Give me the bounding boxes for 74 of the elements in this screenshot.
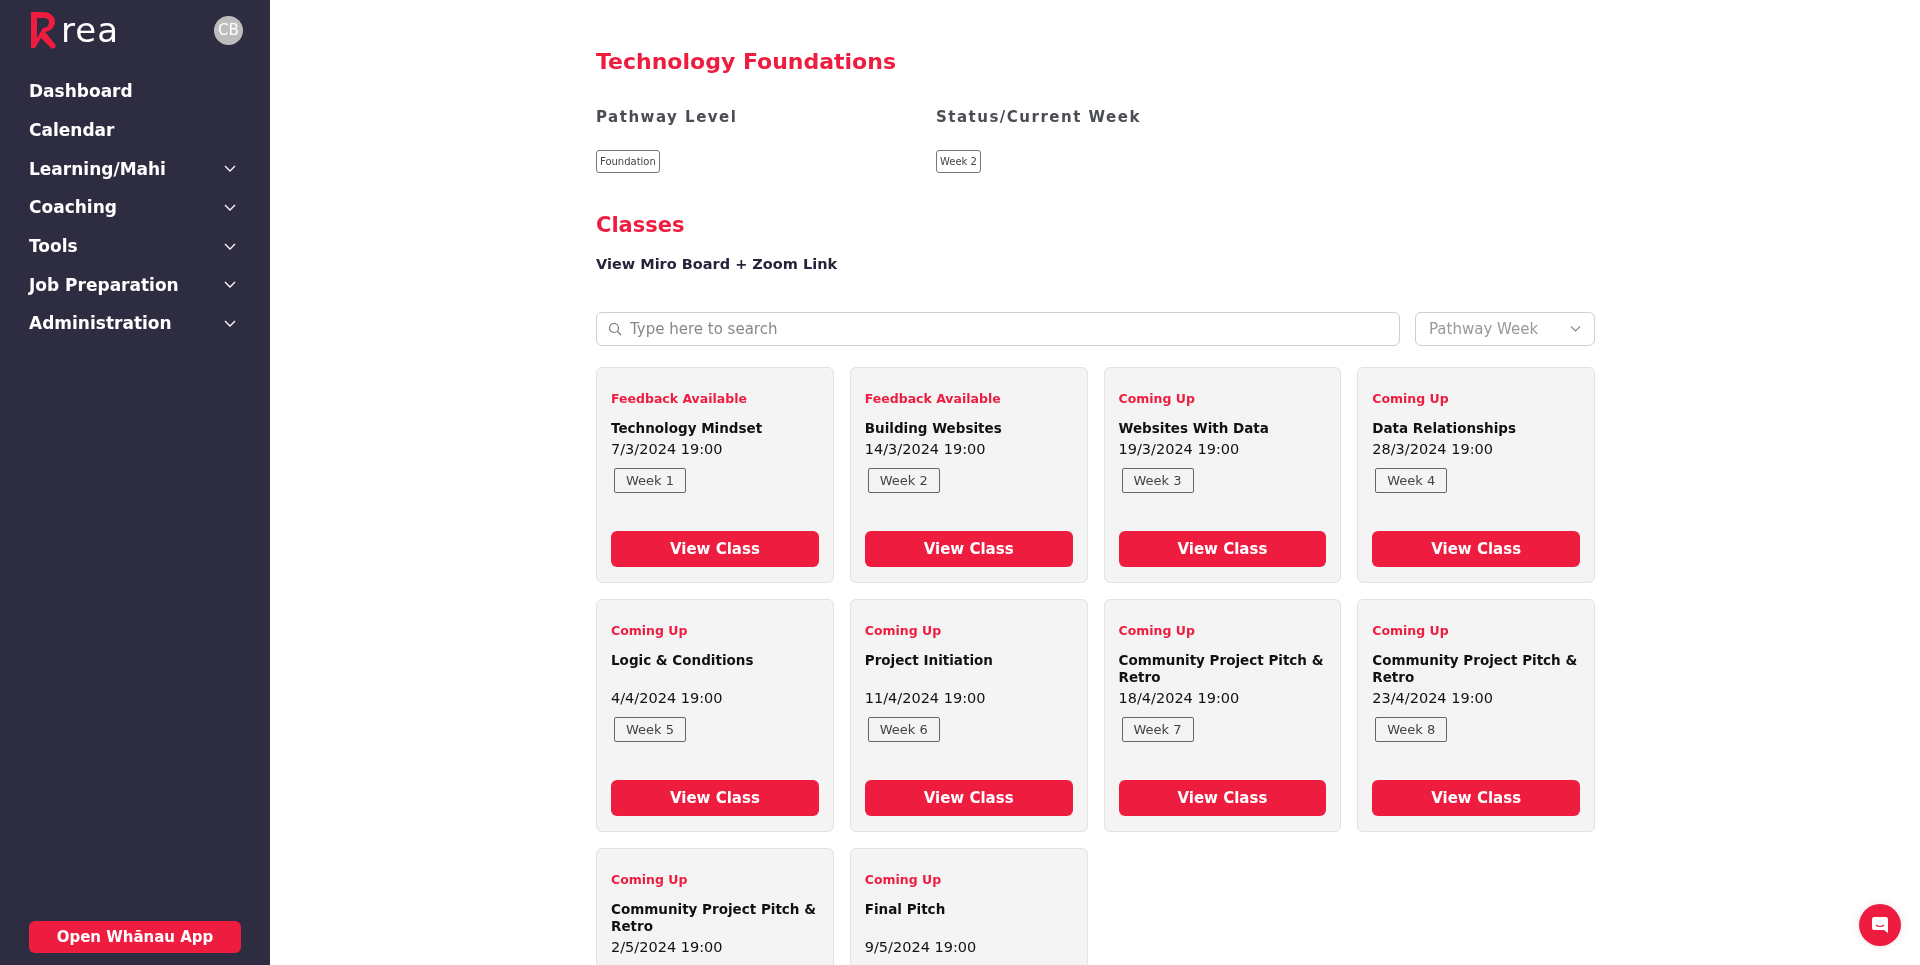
page-title: Technology Foundations bbox=[596, 48, 897, 76]
class-status: Coming Up bbox=[1372, 623, 1450, 638]
logo-icon bbox=[29, 10, 59, 50]
chevron-down-icon bbox=[224, 319, 236, 327]
class-status: Feedback Available bbox=[611, 391, 748, 406]
view-class-button[interactable]: View Class bbox=[1372, 531, 1580, 567]
class-date: 18/4/2024 19:00 bbox=[1118, 690, 1241, 706]
class-title: Community Project Pitch & Retro bbox=[611, 901, 817, 935]
board-link[interactable]: View Miro Board + Zoom Link bbox=[596, 256, 1595, 272]
class-date: 23/4/2024 19:00 bbox=[1372, 690, 1494, 706]
search-field[interactable]: Type here to search bbox=[596, 312, 1400, 346]
week-tag: Week 4 bbox=[1375, 468, 1448, 493]
week-tag: Week 5 bbox=[614, 717, 687, 742]
nav-item[interactable]: Administration bbox=[29, 304, 241, 343]
chevron-down-icon bbox=[224, 165, 236, 173]
view-class-button[interactable]: View Class bbox=[864, 780, 1073, 816]
week-dropdown[interactable]: Pathway Week bbox=[1415, 312, 1595, 346]
view-class-button[interactable]: View Class bbox=[864, 531, 1073, 567]
class-date: 28/3/2024 19:00 bbox=[1372, 441, 1494, 457]
view-class-button[interactable]: View Class bbox=[1118, 531, 1327, 567]
class-title: Community Project Pitch & Retro bbox=[1118, 652, 1325, 686]
class-date: 14/3/2024 19:00 bbox=[864, 441, 987, 457]
class-status: Feedback Available bbox=[864, 391, 1002, 406]
chevron-down-icon bbox=[1570, 326, 1581, 332]
week-tag: Week 6 bbox=[867, 717, 940, 742]
class-title: Data Relationships bbox=[1372, 420, 1518, 437]
week-tag: Week 7 bbox=[1121, 717, 1194, 742]
class-title: Technology Mindset bbox=[611, 420, 764, 437]
view-class-button[interactable]: View Class bbox=[611, 780, 819, 816]
week-tag: Week 1 bbox=[614, 468, 687, 493]
chevron-down-icon bbox=[224, 242, 236, 250]
field-label: Pathway Level bbox=[596, 108, 738, 126]
field-tag: Week 2 bbox=[936, 150, 981, 173]
class-date: 11/4/2024 19:00 bbox=[864, 690, 987, 706]
field-label: Status/Current Week bbox=[936, 108, 1141, 126]
class-date: 2/5/2024 19:00 bbox=[611, 939, 724, 955]
chat-icon bbox=[1871, 916, 1889, 934]
view-class-button[interactable]: View Class bbox=[611, 531, 819, 567]
chevron-down-icon bbox=[224, 203, 236, 211]
week-tag: Week 8 bbox=[1375, 717, 1448, 742]
field-tag: Foundation bbox=[596, 150, 660, 173]
class-status: Coming Up bbox=[864, 623, 943, 638]
nav-item[interactable]: Job Preparation bbox=[29, 265, 241, 305]
class-status: Coming Up bbox=[611, 872, 689, 887]
nav-item[interactable]: Calendar bbox=[29, 110, 241, 150]
class-date: 19/3/2024 19:00 bbox=[1118, 441, 1241, 457]
nav-item[interactable]: Coaching bbox=[29, 188, 241, 227]
chevron-down-icon bbox=[224, 281, 236, 289]
nav-item[interactable]: Learning/Mahi bbox=[29, 149, 241, 189]
class-title: Logic & Conditions bbox=[611, 652, 755, 669]
class-status: Coming Up bbox=[611, 623, 689, 638]
chat-button[interactable] bbox=[1859, 904, 1901, 946]
class-date: 4/4/2024 19:00 bbox=[611, 690, 724, 706]
search-icon bbox=[608, 322, 622, 336]
section-title: Classes bbox=[596, 213, 686, 237]
class-status: Coming Up bbox=[1372, 391, 1450, 406]
class-title: Building Websites bbox=[864, 420, 1003, 437]
class-title: Project Initiation bbox=[864, 652, 994, 669]
view-class-button[interactable]: View Class bbox=[1372, 780, 1580, 816]
class-date: 7/3/2024 19:00 bbox=[611, 441, 724, 457]
view-class-button[interactable]: View Class bbox=[1118, 780, 1327, 816]
class-date: 9/5/2024 19:00 bbox=[864, 939, 978, 955]
class-status: Coming Up bbox=[1118, 623, 1196, 638]
nav-item[interactable]: Tools bbox=[29, 226, 241, 266]
week-tag: Week 3 bbox=[1121, 468, 1194, 493]
class-status: Coming Up bbox=[1118, 391, 1196, 406]
nav-item[interactable]: Dashboard bbox=[29, 72, 241, 111]
class-title: Websites With Data bbox=[1118, 420, 1270, 437]
class-status: Coming Up bbox=[864, 872, 943, 887]
class-title: Final Pitch bbox=[864, 901, 947, 918]
open-app-button[interactable]: Open Whānau App bbox=[29, 921, 241, 953]
week-tag: Week 2 bbox=[867, 468, 940, 493]
logo-text: rea bbox=[61, 11, 119, 49]
class-title: Community Project Pitch & Retro bbox=[1372, 652, 1579, 686]
